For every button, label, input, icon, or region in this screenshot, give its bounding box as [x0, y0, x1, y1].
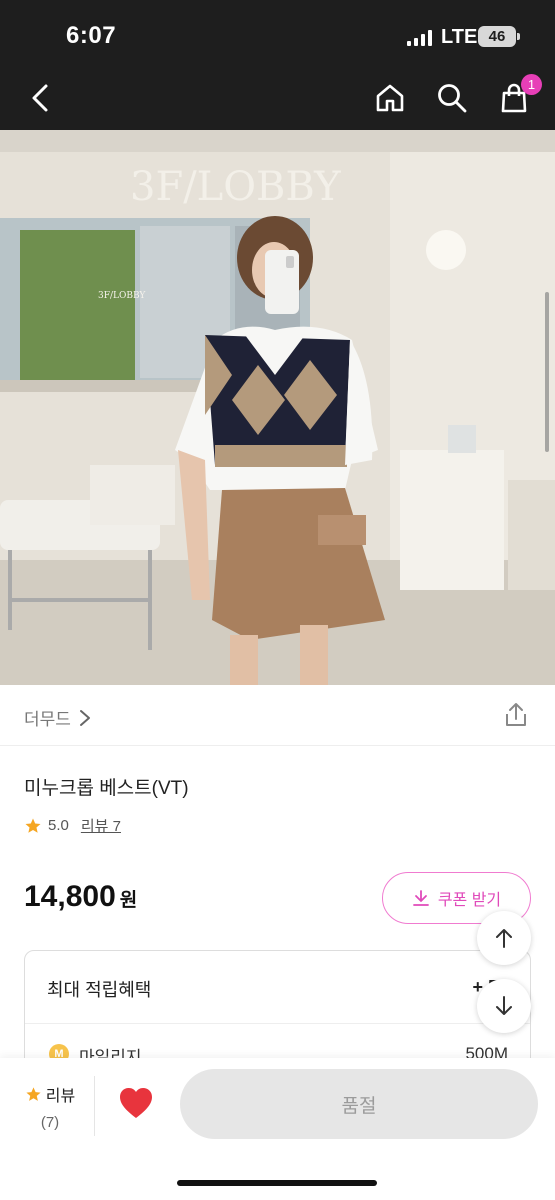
review-label: 리뷰: [45, 1088, 76, 1105]
battery-level: 46: [488, 28, 506, 45]
home-button[interactable]: [368, 76, 412, 120]
home-icon: [376, 84, 404, 112]
download-icon: [412, 890, 429, 906]
divider: [25, 1023, 530, 1024]
back-button[interactable]: [18, 76, 62, 120]
search-icon: [438, 84, 467, 113]
product-title: 미누크롭 베스트(VT): [24, 778, 189, 799]
benefit-heading: 최대 적립혜택: [47, 980, 152, 1000]
scroll-top-button[interactable]: [477, 911, 531, 965]
chevron-right-icon: [79, 709, 90, 726]
image-scroll-indicator: [545, 292, 549, 452]
signal-icon: [407, 30, 432, 46]
review-link[interactable]: 리뷰 7: [81, 815, 121, 836]
battery-icon: 46: [478, 26, 520, 47]
brand-name: 더무드: [24, 710, 71, 729]
lobby-sign: 3F/LOBBY: [130, 164, 341, 210]
brand-link[interactable]: 더무드: [24, 705, 91, 730]
cart-count-badge: 1: [521, 74, 542, 95]
brand-row: 더무드: [0, 686, 555, 746]
product-image[interactable]: 3F/LOBBY 3F/LOBBY: [0, 130, 555, 685]
share-icon: [506, 703, 526, 726]
star-icon: [25, 818, 41, 833]
price-value: 14,800: [24, 880, 116, 913]
divider: [94, 1076, 95, 1136]
network-label: LTE: [441, 26, 478, 48]
lobby-sign-small: 3F/LOBBY: [98, 291, 146, 301]
chevron-left-icon: [32, 84, 48, 112]
sold-out-button[interactable]: 품절: [180, 1069, 538, 1139]
search-button[interactable]: [430, 76, 474, 120]
cart-button[interactable]: 1: [492, 74, 542, 120]
bottom-action-bar: 리뷰 (7) 품절: [0, 1058, 555, 1200]
review-button[interactable]: 리뷰 (7): [20, 1082, 80, 1131]
heart-icon: [120, 1088, 152, 1118]
price-currency: 원: [119, 890, 138, 911]
wishlist-button[interactable]: [118, 1086, 154, 1120]
top-bar: 6:07 LTE 46 1: [0, 0, 555, 130]
arrow-down-icon: [496, 996, 512, 1015]
star-icon: [26, 1086, 41, 1101]
rating-row: 5.0 리뷰 7: [24, 815, 121, 836]
rating-value: 5.0: [48, 817, 69, 834]
coupon-label: 쿠폰 받기: [437, 892, 502, 909]
share-button[interactable]: [501, 700, 531, 730]
home-indicator: [177, 1180, 377, 1186]
status-time: 6:07: [66, 22, 117, 49]
review-count: (7): [40, 1114, 60, 1131]
scroll-bottom-button[interactable]: [477, 979, 531, 1033]
arrow-up-icon: [496, 929, 512, 948]
price: 14,800 원: [24, 880, 137, 914]
